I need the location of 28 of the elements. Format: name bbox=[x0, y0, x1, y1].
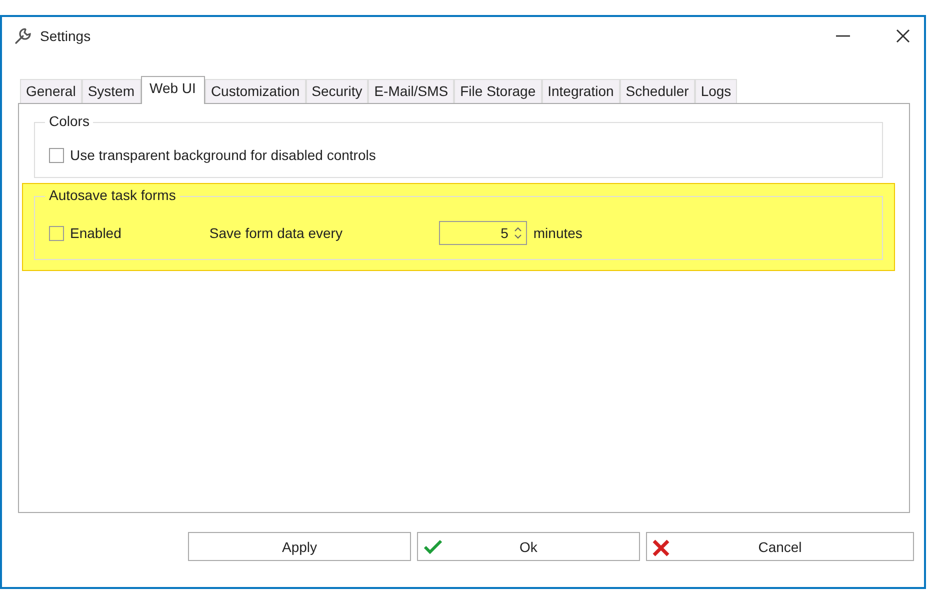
cross-icon bbox=[652, 539, 670, 557]
unit-label: minutes bbox=[533, 225, 582, 241]
field-label: Save form data every bbox=[209, 225, 344, 241]
window-title: Settings bbox=[40, 28, 91, 44]
checkbox-label: Use transparent background for disabled controls bbox=[70, 147, 376, 163]
tab[interactable]: General bbox=[20, 79, 82, 103]
tab[interactable]: Integration bbox=[542, 79, 620, 103]
tab[interactable]: E-Mail/SMS bbox=[368, 79, 454, 103]
tab[interactable]: Security bbox=[306, 79, 368, 103]
apply-button[interactable]: Apply bbox=[188, 532, 411, 561]
tab[interactable]: Customization bbox=[204, 79, 306, 103]
group-title: Colors bbox=[45, 113, 94, 129]
ok-button[interactable]: Ok bbox=[417, 532, 640, 561]
tab[interactable]: Scheduler bbox=[620, 79, 695, 103]
checkmark-icon bbox=[423, 539, 443, 555]
group-title: Autosave task forms bbox=[45, 187, 180, 203]
spin-arrows-icon[interactable] bbox=[514, 225, 522, 241]
tab[interactable]: System bbox=[82, 79, 140, 103]
checkbox[interactable] bbox=[49, 226, 64, 240]
cancel-button[interactable]: Cancel bbox=[646, 532, 914, 561]
checkbox-label: Enabled bbox=[70, 225, 122, 241]
tab[interactable]: Logs bbox=[694, 79, 738, 103]
close-icon[interactable] bbox=[896, 29, 910, 43]
checkbox[interactable] bbox=[49, 148, 64, 162]
tab[interactable]: Web UI bbox=[140, 76, 205, 104]
wrench-icon bbox=[14, 27, 32, 45]
tab[interactable]: File Storage bbox=[454, 79, 542, 103]
number-spinner[interactable]: 5 bbox=[439, 221, 528, 245]
